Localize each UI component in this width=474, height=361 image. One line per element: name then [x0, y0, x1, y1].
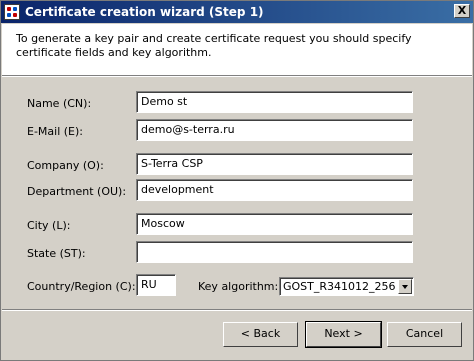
- company-label: Company (O):: [27, 159, 104, 172]
- company-field[interactable]: S-Terra CSP: [136, 153, 413, 175]
- wizard-header: To generate a key pair and create certif…: [2, 24, 472, 75]
- back-button[interactable]: < Back: [223, 322, 298, 347]
- key-algorithm-select[interactable]: GOST_R341012_256: [279, 277, 414, 296]
- footer-divider: [2, 309, 472, 311]
- department-label: Department (OU):: [27, 185, 127, 198]
- close-button[interactable]: X: [454, 4, 470, 18]
- email-field[interactable]: demo@s-terra.ru: [136, 119, 413, 141]
- cancel-button[interactable]: Cancel: [387, 322, 462, 347]
- state-field[interactable]: [136, 241, 413, 263]
- key-algorithm-value: GOST_R341012_256: [283, 280, 396, 293]
- city-field[interactable]: Moscow: [136, 213, 413, 235]
- department-field[interactable]: development: [136, 179, 413, 201]
- step-description: To generate a key pair and create certif…: [16, 32, 412, 59]
- city-label: City (L):: [27, 219, 71, 232]
- name-label: Name (CN):: [27, 97, 92, 110]
- state-label: State (ST):: [27, 247, 86, 260]
- country-field[interactable]: RU: [136, 274, 176, 296]
- certificate-app-icon: [4, 4, 20, 20]
- key-algorithm-label: Key algorithm:: [198, 280, 279, 293]
- header-divider: [2, 75, 472, 77]
- next-button[interactable]: Next >: [305, 321, 382, 348]
- wizard-window: Certificate creation wizard (Step 1) X T…: [0, 0, 474, 361]
- country-label: Country/Region (C):: [27, 280, 136, 293]
- title-bar[interactable]: Certificate creation wizard (Step 1) X: [1, 1, 473, 23]
- window-title: Certificate creation wizard (Step 1): [25, 5, 264, 19]
- chevron-down-icon[interactable]: [398, 279, 412, 294]
- email-label: E-Mail (E):: [27, 125, 83, 138]
- name-field[interactable]: Demo st: [136, 91, 413, 113]
